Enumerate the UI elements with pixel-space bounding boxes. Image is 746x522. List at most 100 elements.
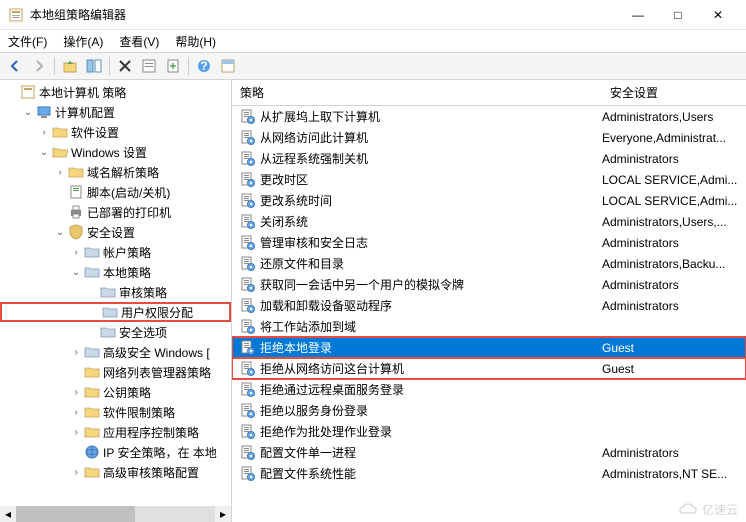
minimize-button[interactable]: — (618, 3, 658, 27)
tree-security-settings[interactable]: ⌄ 安全设置 (0, 222, 231, 242)
policy-setting: LOCAL SERVICE,Admi... (602, 173, 746, 187)
tree-item-label: 帐户策略 (103, 244, 151, 261)
expand-icon[interactable]: › (68, 467, 84, 478)
policy-row[interactable]: 拒绝从网络访问这台计算机Guest (232, 358, 746, 379)
help-button[interactable]: ? (193, 55, 215, 77)
policy-name: 拒绝从网络访问这台计算机 (260, 360, 602, 377)
expand-icon[interactable]: ⌄ (68, 267, 84, 278)
policy-row[interactable]: 从扩展坞上取下计算机Administrators,Users (232, 106, 746, 127)
tree-item-label: 计算机配置 (55, 104, 115, 121)
tree-network-list[interactable]: 网络列表管理器策略 (0, 362, 231, 382)
tree-horizontal-scrollbar[interactable]: ◂ ▸ (0, 506, 231, 522)
up-button[interactable] (59, 55, 81, 77)
tree-computer-config-icon (36, 104, 52, 120)
tree-user-rights-icon (102, 304, 118, 320)
tree-item-label: 域名解析策略 (87, 164, 159, 181)
policy-row[interactable]: 拒绝以服务身份登录 (232, 400, 746, 421)
close-button[interactable]: ✕ (698, 3, 738, 27)
tree-software-settings[interactable]: ›软件设置 (0, 122, 231, 142)
tree-item-label: 软件限制策略 (103, 404, 175, 421)
policy-row[interactable]: 拒绝作为批处理作业登录 (232, 421, 746, 442)
policy-row[interactable]: 加载和卸载设备驱动程序Administrators (232, 295, 746, 316)
tree-app-control[interactable]: ›应用程序控制策略 (0, 422, 231, 442)
tree-item-label: Windows 设置 (71, 144, 147, 161)
policy-icon (240, 403, 256, 419)
policy-row[interactable]: 更改时区LOCAL SERVICE,Admi... (232, 169, 746, 190)
tree-audit-policy-icon (100, 284, 116, 300)
tree-local-policies[interactable]: ⌄本地策略 (0, 262, 231, 282)
policy-setting: Administrators,Users,... (602, 215, 746, 229)
maximize-button[interactable]: □ (658, 3, 698, 27)
view-options-button[interactable] (217, 55, 239, 77)
policy-name: 拒绝以服务身份登录 (260, 402, 602, 419)
tree-advanced-windows[interactable]: ›高级安全 Windows [ (0, 342, 231, 362)
expand-icon[interactable]: › (68, 427, 84, 438)
tree-item-label: 公钥策略 (103, 384, 151, 401)
show-hide-tree-button[interactable] (83, 55, 105, 77)
policy-icon (240, 466, 256, 482)
tree-dns-policy[interactable]: › 域名解析策略 (0, 162, 231, 182)
menu-file[interactable]: 文件(F) (8, 33, 47, 50)
expand-icon[interactable]: › (36, 127, 52, 138)
expand-icon[interactable]: › (68, 387, 84, 398)
export-button[interactable] (162, 55, 184, 77)
tree-scripts[interactable]: 脚本(启动/关机) (0, 182, 231, 202)
policy-row[interactable]: 还原文件和目录Administrators,Backu... (232, 253, 746, 274)
forward-button[interactable] (28, 55, 50, 77)
properties-button[interactable] (138, 55, 160, 77)
policy-row[interactable]: 拒绝本地登录Guest (232, 337, 746, 358)
menu-view[interactable]: 查看(V) (119, 33, 159, 50)
policy-icon (240, 382, 256, 398)
toolbar: ? (0, 52, 746, 80)
policy-row[interactable]: 关闭系统Administrators,Users,... (232, 211, 746, 232)
tree-root[interactable]: 本地计算机 策略 (0, 82, 231, 102)
delete-button[interactable] (114, 55, 136, 77)
tree-security-options[interactable]: 安全选项 (0, 322, 231, 342)
list-header: 策略 安全设置 (232, 80, 746, 106)
expand-icon[interactable]: › (68, 407, 84, 418)
expand-icon[interactable]: › (68, 347, 84, 358)
tree-item-label: 脚本(启动/关机) (87, 184, 170, 201)
expand-icon[interactable]: › (52, 167, 68, 178)
expand-icon[interactable]: › (68, 247, 84, 258)
menu-help[interactable]: 帮助(H) (175, 33, 216, 50)
policy-row[interactable]: 更改系统时间LOCAL SERVICE,Admi... (232, 190, 746, 211)
policy-row[interactable]: 获取同一会话中另一个用户的模拟令牌Administrators (232, 274, 746, 295)
tree-user-rights[interactable]: 用户权限分配 (0, 302, 231, 322)
tree-item-label: 审核策略 (119, 284, 167, 301)
tree-advanced-audit-icon (84, 464, 100, 480)
expand-icon[interactable]: ⌄ (36, 147, 52, 158)
policy-icon (240, 109, 256, 125)
tree-advanced-windows-icon (84, 344, 100, 360)
tree-windows-settings-icon (52, 144, 68, 160)
policy-row[interactable]: 管理审核和安全日志Administrators (232, 232, 746, 253)
tree-scripts-icon (68, 184, 84, 200)
policy-row[interactable]: 拒绝通过远程桌面服务登录 (232, 379, 746, 400)
tree-account-policies[interactable]: › 帐户策略 (0, 242, 231, 262)
policy-row[interactable]: 从远程系统强制关机Administrators (232, 148, 746, 169)
tree-ip-security[interactable]: IP 安全策略，在 本地 (0, 442, 231, 462)
column-security[interactable]: 安全设置 (602, 80, 746, 105)
watermark: 亿速云 (678, 501, 738, 518)
tree-public-key[interactable]: › 公钥策略 (0, 382, 231, 402)
tree-item-label: 网络列表管理器策略 (103, 364, 211, 381)
policy-row[interactable]: 将工作站添加到域 (232, 316, 746, 337)
policy-row[interactable]: 从网络访问此计算机Everyone,Administrat... (232, 127, 746, 148)
policy-icon (240, 172, 256, 188)
tree-audit-policy[interactable]: 审核策略 (0, 282, 231, 302)
menu-action[interactable]: 操作(A) (63, 33, 103, 50)
policy-name: 管理审核和安全日志 (260, 234, 602, 251)
expand-icon[interactable]: ⌄ (52, 227, 68, 238)
expand-icon[interactable]: ⌄ (20, 107, 36, 118)
tree-advanced-audit[interactable]: ›高级审核策略配置 (0, 462, 231, 482)
policy-row[interactable]: 配置文件单一进程Administrators (232, 442, 746, 463)
tree-windows-settings[interactable]: ⌄ Windows 设置 (0, 142, 231, 162)
tree-deployed-printers[interactable]: 已部署的打印机 (0, 202, 231, 222)
tree-computer-config[interactable]: ⌄ 计算机配置 (0, 102, 231, 122)
back-button[interactable] (4, 55, 26, 77)
policy-row[interactable]: 配置文件系统性能Administrators,NT SE... (232, 463, 746, 484)
tree-item-label: 安全设置 (87, 224, 135, 241)
column-policy[interactable]: 策略 (232, 80, 602, 105)
tree-pane: 本地计算机 策略⌄计算机配置›软件设置⌄Windows 设置›域名解析策略脚本(… (0, 80, 232, 522)
tree-software-restriction[interactable]: › 软件限制策略 (0, 402, 231, 422)
